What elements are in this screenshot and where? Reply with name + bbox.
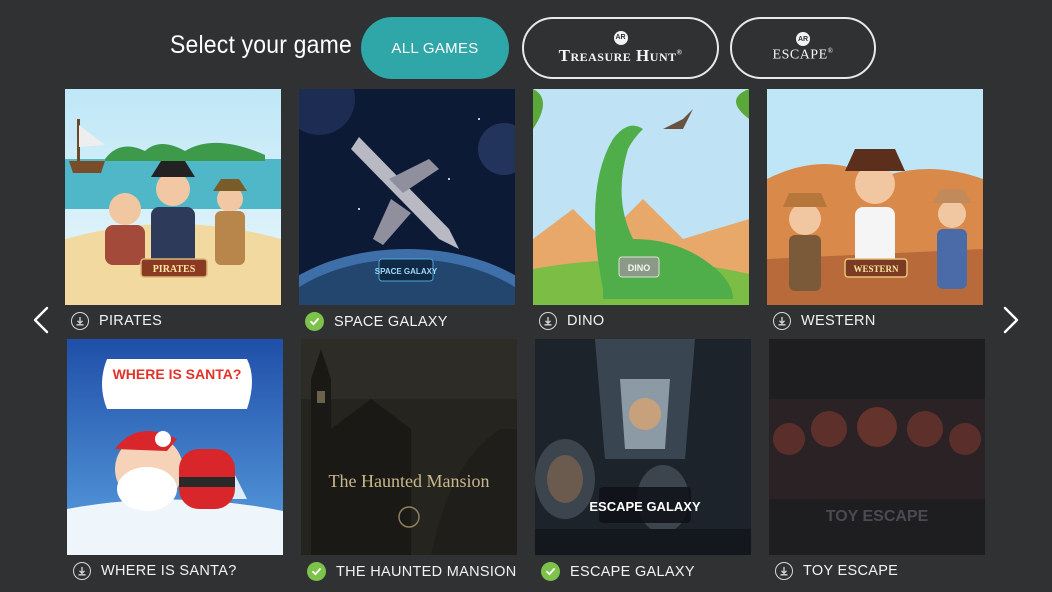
game-card-western[interactable]: WESTERN WESTERN — [767, 89, 983, 330]
download-circle-icon[interactable] — [539, 312, 557, 330]
game-card-haunted-mansion[interactable]: The Haunted Mansion THE HAUNTED MANSION — [301, 339, 517, 581]
pirates-logo: PIRATES — [153, 264, 196, 275]
game-card-pirates[interactable]: PIRATES PIRATES — [65, 89, 281, 330]
game-caption: THE HAUNTED MANSION — [307, 562, 517, 581]
download-circle-icon[interactable] — [775, 562, 793, 580]
game-caption: WESTERN — [773, 312, 876, 330]
escape-logo: ESCAPE® — [772, 47, 834, 63]
game-caption: DINO — [539, 312, 604, 330]
game-title: PIRATES — [99, 313, 163, 329]
download-circle-icon[interactable] — [773, 312, 791, 330]
treasure-hunt-button[interactable]: AR Treasure Hunt® — [522, 17, 719, 79]
all-games-label: ALL GAMES — [391, 39, 479, 57]
escape-galaxy-thumbnail[interactable]: ESCAPE GALAXY — [535, 339, 751, 555]
escape-galaxy-logo: ESCAPE GALAXY — [589, 499, 701, 514]
pirates-thumbnail[interactable]: PIRATES — [65, 89, 281, 305]
western-logo: WESTERN — [853, 264, 899, 274]
game-title: WESTERN — [801, 313, 876, 329]
game-caption: TOY ESCAPE — [775, 562, 898, 580]
game-title: DINO — [567, 313, 605, 329]
all-games-button[interactable]: ALL GAMES — [361, 17, 509, 79]
game-card-escape-galaxy[interactable]: ESCAPE GALAXY ESCAPE GALAXY — [535, 339, 751, 581]
haunted-mansion-logo: The Haunted Mansion — [329, 471, 490, 491]
page-title: Select your game — [170, 31, 352, 59]
game-title: THE HAUNTED MANSION — [336, 563, 517, 580]
download-circle-icon[interactable] — [73, 562, 91, 580]
toy-escape-logo: TOY ESCAPE — [826, 508, 929, 525]
space-galaxy-thumbnail[interactable]: SPACE GALAXY — [299, 89, 515, 305]
game-caption: PIRATES — [71, 312, 162, 330]
toy-escape-thumbnail[interactable]: TOY ESCAPE — [769, 339, 985, 555]
where-is-santa-thumbnail[interactable]: WHERE IS SANTA? — [67, 339, 283, 555]
check-circle-icon — [541, 562, 560, 581]
ar-badge: AR — [796, 32, 810, 47]
game-caption: ESCAPE GALAXY — [541, 562, 695, 581]
dino-thumbnail[interactable]: DINO — [533, 89, 749, 305]
download-circle-icon[interactable] — [71, 312, 89, 330]
game-title: SPACE GALAXY — [334, 313, 448, 330]
escape-button[interactable]: AR ESCAPE® — [730, 17, 876, 79]
game-title: TOY ESCAPE — [803, 563, 899, 579]
treasure-hunt-logo: Treasure Hunt® — [558, 45, 683, 65]
next-page-arrow[interactable] — [996, 303, 1026, 337]
where-is-santa-logo: WHERE IS SANTA? — [113, 366, 242, 382]
game-caption: SPACE GALAXY — [305, 312, 448, 331]
ar-badge: AR — [613, 30, 628, 45]
western-thumbnail[interactable]: WESTERN — [767, 89, 983, 305]
previous-page-arrow[interactable] — [26, 303, 56, 337]
game-title: WHERE IS SANTA? — [101, 563, 237, 579]
game-card-dino[interactable]: DINO DINO — [533, 89, 749, 330]
game-card-space-galaxy[interactable]: SPACE GALAXY SPACE GALAXY — [299, 89, 515, 331]
game-title: ESCAPE GALAXY — [570, 563, 695, 580]
chevron-right-icon — [1003, 306, 1019, 334]
game-card-where-is-santa[interactable]: WHERE IS SANTA? WHERE IS SANTA? — [67, 339, 283, 580]
dino-logo: DINO — [628, 263, 651, 273]
game-caption: WHERE IS SANTA? — [73, 562, 237, 580]
haunted-mansion-thumbnail[interactable]: The Haunted Mansion — [301, 339, 517, 555]
space-galaxy-logo: SPACE GALAXY — [375, 267, 438, 276]
chevron-left-icon — [33, 306, 49, 334]
check-circle-icon — [305, 312, 324, 331]
check-circle-icon — [307, 562, 326, 581]
game-card-toy-escape[interactable]: TOY ESCAPE TOY ESCAPE — [769, 339, 985, 580]
